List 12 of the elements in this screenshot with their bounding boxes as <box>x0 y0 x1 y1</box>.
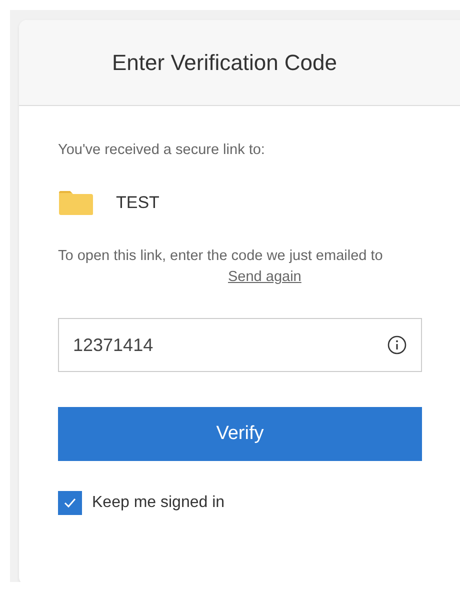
folder-icon <box>58 190 94 216</box>
shared-item-name: TEST <box>116 193 160 213</box>
code-field[interactable]: 12371414 <box>58 318 422 372</box>
verify-button[interactable]: Verify <box>58 407 422 461</box>
info-icon[interactable] <box>387 335 407 355</box>
check-icon <box>63 497 77 509</box>
instructions-text: To open this link, enter the code we just emailed to Send again <box>58 247 384 287</box>
intro-text: You've received a secure link to: <box>58 142 266 158</box>
dialog-title: Enter Verification Code <box>112 50 338 76</box>
keep-signed-in-label: Keep me signed in <box>92 494 225 512</box>
send-again-link[interactable]: Send again <box>228 269 302 285</box>
keep-signed-in-checkbox[interactable] <box>58 491 82 515</box>
